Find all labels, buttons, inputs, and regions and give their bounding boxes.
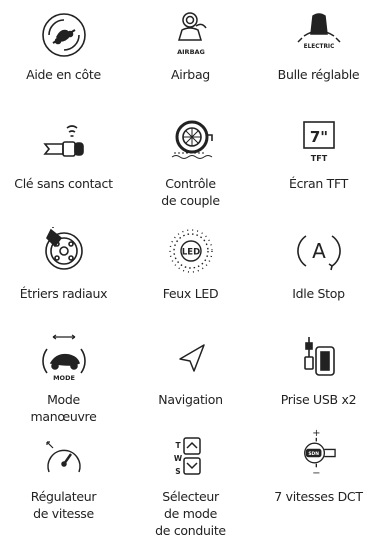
- label-line: Mode manœuvre: [30, 392, 97, 424]
- label-line: Régulateur de vitesse: [30, 489, 97, 521]
- radial-brake-caliper-icon: [39, 226, 89, 276]
- feature-grid: Aide en côte AIRBAG Airbag ELECTRIC Bull…: [0, 0, 382, 559]
- led-icon-text: LED: [181, 248, 199, 258]
- feature-label: Aide en côte: [26, 67, 101, 82]
- maneuver-mode-icon: MODE: [39, 333, 89, 383]
- feature-label: Airbag: [171, 67, 210, 82]
- dct-minus-text: −: [312, 468, 320, 478]
- feature-label: Bulle réglable: [277, 67, 360, 82]
- led-lights-icon: LED: [166, 226, 216, 276]
- tft-icon-text: TFT: [310, 154, 327, 163]
- feature-label: Écran TFT: [288, 176, 348, 191]
- keyless-key-icon: [39, 118, 89, 168]
- feature-label: Clé sans contact: [14, 176, 113, 191]
- feature-label: 7 vitesses DCT: [274, 489, 363, 504]
- windscreen-icon-text: ELECTRIC: [303, 44, 334, 50]
- idle-stop-icon: A: [294, 226, 344, 276]
- airbag-icon-text: AIRBAG: [177, 48, 205, 56]
- feature-label: Mode manœuvre: [0, 391, 127, 425]
- feature-label: Prise USB x2: [280, 392, 357, 407]
- feature-label: Feux LED: [162, 286, 219, 301]
- dct-icon-text: SDN: [308, 451, 319, 457]
- feature-label: Sélecteur de mode de conduite: [127, 488, 254, 539]
- hill-assist-icon: [39, 10, 89, 60]
- mode-w-text: W: [173, 454, 182, 463]
- feature-label: Idle Stop: [292, 286, 345, 301]
- feature-label: Navigation: [158, 392, 223, 407]
- tft-icon-size: 7": [309, 128, 327, 146]
- usb-socket-icon: [294, 333, 344, 383]
- feature-label: Étriers radiaux: [19, 286, 108, 301]
- traction-control-icon: [166, 115, 216, 165]
- dct-gearbox-icon: + SDN −: [294, 428, 344, 478]
- label-line: Contrôle de couple: [161, 176, 220, 208]
- navigation-arrow-icon: [166, 333, 216, 383]
- airbag-icon: AIRBAG: [166, 8, 216, 58]
- maneuver-icon-text: MODE: [53, 374, 75, 382]
- feature-label: Régulateur de vitesse: [0, 488, 127, 522]
- riding-mode-selector-icon: T W S: [166, 434, 216, 484]
- cruise-control-icon: [39, 434, 89, 484]
- mode-s-text: S: [175, 467, 180, 476]
- mode-t-text: T: [175, 441, 181, 450]
- idle-stop-icon-text: A: [312, 239, 326, 263]
- adjustable-windscreen-icon: ELECTRIC: [294, 8, 344, 58]
- dct-plus-text: +: [312, 428, 320, 439]
- label-line: Sélecteur de mode de conduite: [155, 489, 226, 538]
- tft-screen-icon: 7" TFT: [294, 118, 344, 168]
- feature-label: Contrôle de couple: [127, 175, 254, 209]
